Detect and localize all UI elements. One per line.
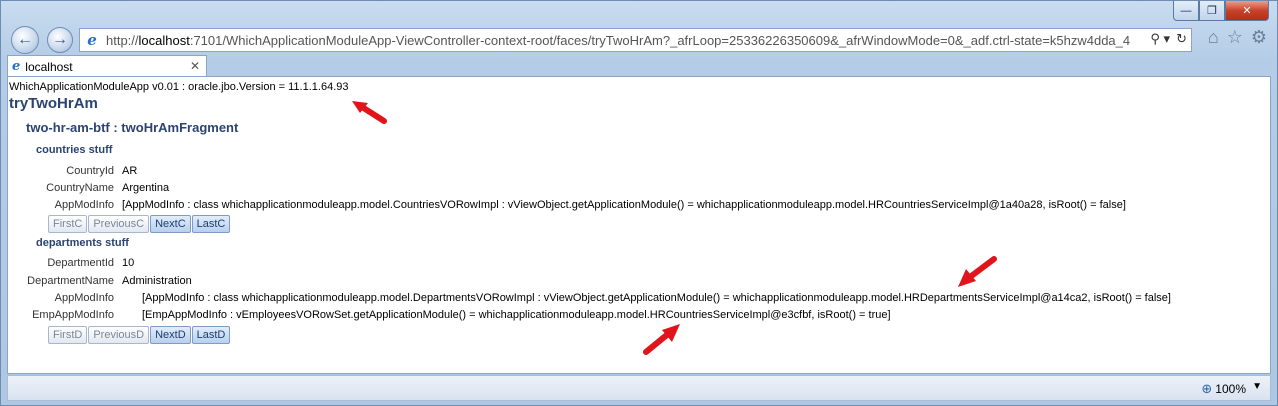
field-value: 10 (122, 257, 135, 269)
first-c-button[interactable]: FirstC (48, 215, 88, 233)
field-label: CountryName (46, 182, 114, 194)
gear-icon[interactable]: ⚙ (1251, 27, 1267, 48)
field-label: AppModInfo (54, 292, 114, 304)
zoom-level: 100% (1215, 382, 1246, 396)
field-label: AppModInfo (54, 199, 114, 211)
field-value: [AppModInfo : class whichapplicationmodu… (122, 199, 1126, 211)
field-label: EmpAppModInfo (32, 309, 114, 321)
close-button[interactable]: ✕ (1225, 1, 1269, 21)
next-c-button[interactable]: NextC (150, 215, 191, 233)
last-d-button[interactable]: LastD (191, 326, 231, 344)
favorites-icon[interactable]: ☆ (1227, 27, 1243, 48)
next-d-button[interactable]: NextD (150, 326, 191, 344)
departments-header: departments stuff (36, 237, 129, 249)
search-icon[interactable]: ⚲ ▾ (1150, 31, 1170, 47)
window-controls: — ❐ ✕ (1173, 1, 1269, 21)
previous-c-button[interactable]: PreviousC (88, 215, 150, 233)
address-actions: ⚲ ▾ ↻ (1150, 31, 1187, 47)
zoom-icon: ⊕ (1201, 381, 1213, 396)
back-button[interactable]: ← (11, 26, 39, 54)
browser-window: — ❐ ✕ ← → e http://localhost:7101/WhichA… (0, 0, 1278, 406)
page-title: tryTwoHrAm (9, 95, 98, 112)
tab-close-icon[interactable]: ✕ (190, 59, 200, 73)
version-line: WhichApplicationModuleApp v0.01 : oracle… (9, 81, 349, 93)
field-label: DepartmentName (27, 275, 114, 287)
maximize-button[interactable]: ❐ (1199, 1, 1225, 21)
field-value: [AppModInfo : class whichapplicationmodu… (142, 292, 1171, 304)
red-arrow-annotation-icon (643, 324, 680, 355)
arrow-left-icon: ← (17, 31, 33, 48)
toolbar-icons: ⌂ ☆ ⚙ (1208, 27, 1267, 48)
forward-button[interactable]: → (47, 27, 73, 53)
field-value: AR (122, 165, 138, 177)
field-value: [EmpAppModInfo : vEmployeesVORowSet.getA… (142, 309, 891, 321)
field-label: DepartmentId (47, 257, 114, 269)
departments-nav-buttons: FirstD PreviousD NextD LastD (48, 326, 231, 344)
field-value: Administration (122, 275, 192, 287)
first-d-button[interactable]: FirstD (48, 326, 88, 344)
refresh-icon[interactable]: ↻ (1176, 31, 1187, 47)
last-c-button[interactable]: LastC (191, 215, 231, 233)
url-prefix: http:// (106, 32, 139, 48)
chevron-down-icon[interactable]: ▼ (1252, 381, 1262, 392)
field-value: Argentina (122, 182, 170, 194)
navigation-bar: ← → e http://localhost:7101/WhichApplica… (7, 25, 1271, 55)
home-icon[interactable]: ⌂ (1208, 27, 1219, 48)
red-arrow-annotation-icon (958, 256, 997, 287)
arrow-right-icon: → (52, 31, 68, 48)
tab-localhost[interactable]: e localhost ✕ (7, 55, 207, 77)
page-content: WhichApplicationModuleApp v0.01 : oracle… (7, 76, 1271, 374)
address-bar[interactable]: e http://localhost:7101/WhichApplication… (79, 28, 1192, 52)
minimize-button[interactable]: — (1173, 1, 1199, 21)
status-bar: ⊕ 100% ▼ (7, 375, 1271, 401)
ie-page-icon: e (87, 31, 97, 49)
field-label: CountryId (66, 165, 114, 177)
previous-d-button[interactable]: PreviousD (88, 326, 150, 344)
ie-tab-icon: e (12, 59, 21, 74)
url-host: localhost (138, 32, 190, 48)
countries-nav-buttons: FirstC PreviousC NextC LastC (48, 215, 231, 233)
tab-title: localhost (25, 59, 73, 74)
fragment-title: two-hr-am-btf : twoHrAmFragment (26, 120, 239, 135)
countries-header: countries stuff (36, 144, 113, 156)
url-rest: :7101/WhichApplicationModuleApp-ViewCont… (189, 32, 1131, 48)
red-arrow-annotation-icon (352, 101, 387, 124)
zoom-control[interactable]: ⊕ 100% (1201, 381, 1246, 397)
